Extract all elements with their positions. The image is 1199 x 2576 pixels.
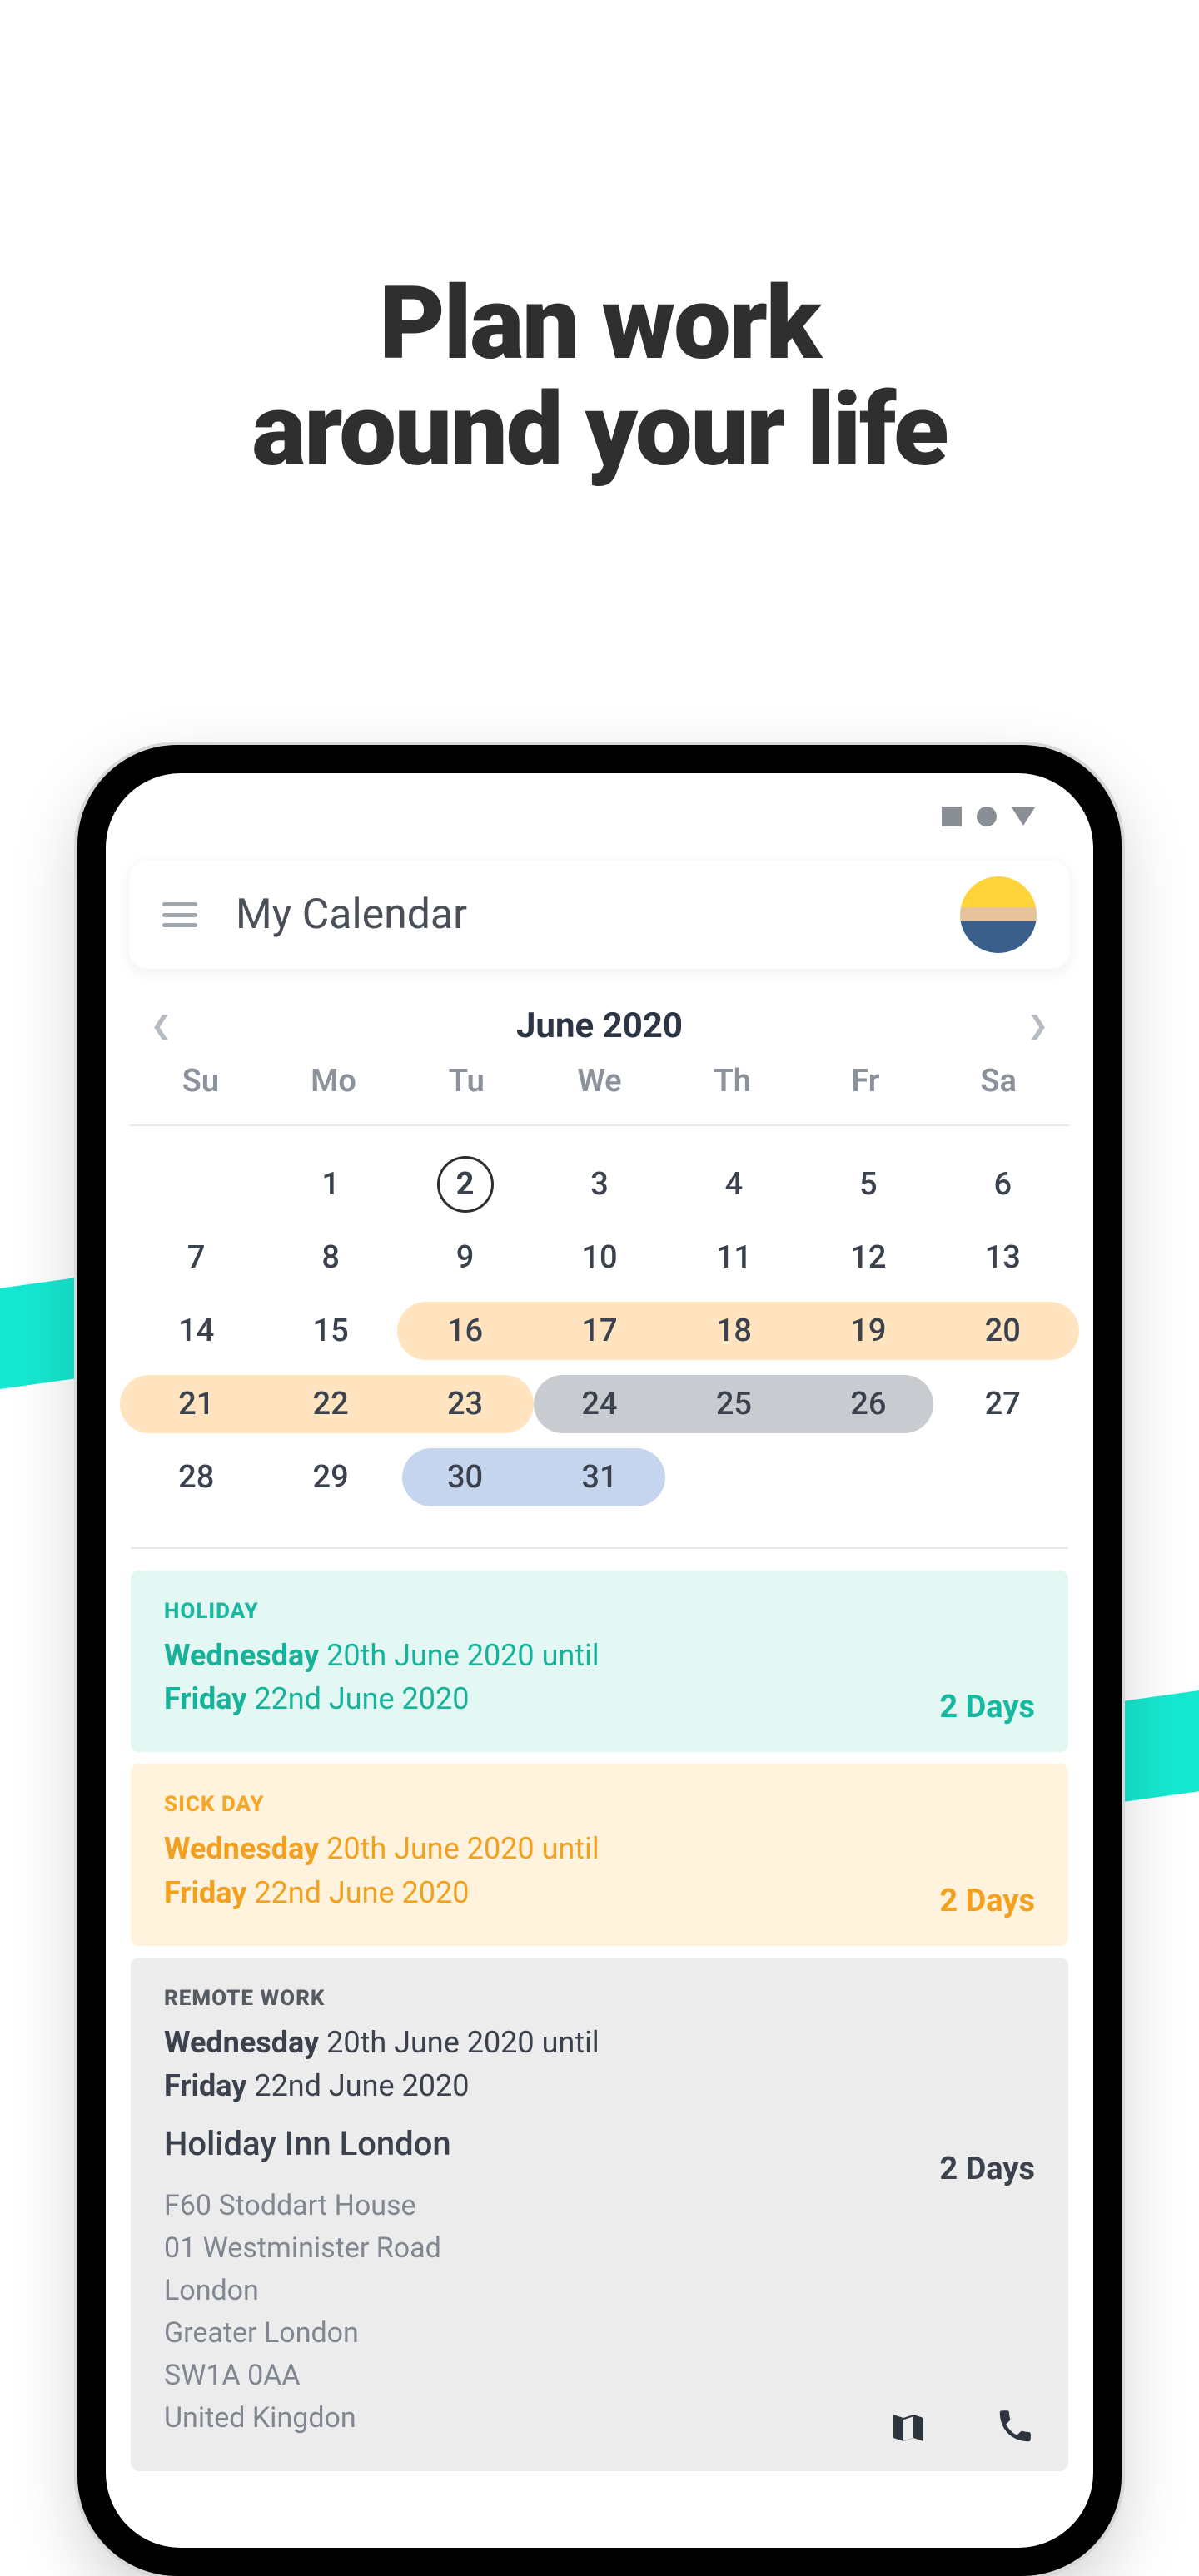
day-cell[interactable]: 14	[129, 1313, 263, 1349]
status-bar	[942, 807, 1035, 826]
day-cell[interactable]: 15	[263, 1313, 397, 1349]
address-line: London	[164, 2270, 1035, 2312]
phone-icon[interactable]	[995, 2406, 1035, 2449]
headline-line: around your life	[0, 377, 1199, 484]
month-navigator: ❮ June 2020 ❯	[129, 969, 1070, 1063]
status-triangle-icon	[1012, 807, 1035, 826]
status-square-icon	[942, 807, 962, 826]
day-cell[interactable]: 3	[532, 1166, 666, 1203]
day-cell[interactable]: 31	[532, 1459, 666, 1496]
month-label: June 2020	[516, 1005, 683, 1046]
phone-frame: My Calendar ❮ June 2020 ❯ Su Mo Tu We Th…	[77, 745, 1122, 2576]
range-text: 20th June 2020 until	[319, 1638, 599, 1673]
range-text: 22nd June 2020	[246, 1681, 469, 1716]
day-cell[interactable]: 29	[263, 1459, 397, 1496]
map-icon[interactable]	[888, 2406, 928, 2449]
day-cell[interactable]: 4	[667, 1166, 801, 1203]
day-cell[interactable]: 12	[801, 1239, 935, 1276]
duration-badge: 2 Days	[939, 2151, 1035, 2187]
avatar[interactable]	[960, 876, 1037, 953]
range-text: 20th June 2020 until	[319, 1831, 599, 1866]
day-cell[interactable]: 9	[398, 1239, 532, 1276]
location-name: Holiday Inn London	[164, 2124, 1035, 2163]
event-range: Wednesday 20th June 2020 until Friday 22…	[164, 2021, 1035, 2107]
day-cell[interactable]: 11	[667, 1239, 801, 1276]
day-cell[interactable]: 13	[936, 1239, 1070, 1276]
day-cell[interactable]: 27	[936, 1386, 1070, 1422]
day-cell[interactable]: 30	[398, 1459, 532, 1496]
day-cell[interactable]: 1	[263, 1166, 397, 1203]
divider	[131, 1547, 1068, 1549]
duration-badge: 2 Days	[939, 1689, 1035, 1725]
day-cell[interactable]: 20	[936, 1313, 1070, 1349]
location-address: F60 Stoddart House 01 Westminister Road …	[164, 2185, 1035, 2440]
hamburger-icon[interactable]	[162, 902, 197, 927]
range-day: Friday	[164, 1875, 246, 1910]
day-cell[interactable]: 22	[263, 1386, 397, 1422]
day-cell[interactable]: 28	[129, 1459, 263, 1496]
event-list: HOLIDAY Wednesday 20th June 2020 until F…	[129, 1547, 1070, 2471]
day-cell[interactable]: 7	[129, 1239, 263, 1276]
chevron-left-icon[interactable]: ❮	[151, 1011, 172, 1040]
event-card-remote[interactable]: REMOTE WORK Wednesday 20th June 2020 unt…	[131, 1958, 1068, 2471]
day-cell[interactable]: 18	[667, 1313, 801, 1349]
calendar-week: 7 8 9 10 11 12 13	[129, 1221, 1070, 1294]
event-actions	[888, 2406, 1035, 2449]
address-line: Greater London	[164, 2312, 1035, 2355]
range-text: 20th June 2020 until	[319, 2025, 599, 2060]
page-title: My Calendar	[236, 891, 922, 939]
weekday: Tu	[400, 1063, 533, 1099]
marketing-headline: Plan work around your life	[0, 271, 1199, 484]
range-day: Friday	[164, 1681, 246, 1716]
address-line: 01 Westminister Road	[164, 2227, 1035, 2270]
event-tag: SICK DAY	[164, 1792, 1035, 1817]
calendar-week: 14 15 16 17 18 19 20	[129, 1294, 1070, 1367]
day-cell[interactable]: 23	[398, 1386, 532, 1422]
event-card-sick[interactable]: SICK DAY Wednesday 20th June 2020 until …	[131, 1764, 1068, 1945]
calendar-week: 1 2 3 4 5 6	[129, 1148, 1070, 1221]
event-tag: HOLIDAY	[164, 1599, 1035, 1624]
top-app-bar: My Calendar	[129, 861, 1070, 969]
range-day: Wednesday	[164, 1638, 319, 1673]
day-cell-selected[interactable]: 2	[437, 1156, 494, 1213]
day-cell[interactable]: 21	[129, 1386, 263, 1422]
range-day: Wednesday	[164, 1831, 319, 1866]
event-range: Wednesday 20th June 2020 until Friday 22…	[164, 1634, 1035, 1720]
event-range: Wednesday 20th June 2020 until Friday 22…	[164, 1827, 1035, 1913]
day-cell[interactable]: 25	[667, 1386, 801, 1422]
day-cell[interactable]: 8	[263, 1239, 397, 1276]
weekday: Mo	[267, 1063, 400, 1099]
weekday: Su	[134, 1063, 267, 1099]
weekday: Sa	[932, 1063, 1065, 1099]
address-line: SW1A 0AA	[164, 2355, 1035, 2397]
range-day: Friday	[164, 2068, 246, 2103]
status-circle-icon	[977, 807, 997, 826]
range-day: Wednesday	[164, 2025, 319, 2060]
day-cell[interactable]: 26	[801, 1386, 935, 1422]
headline-line: Plan work	[0, 271, 1199, 377]
day-cell[interactable]: 16	[398, 1313, 532, 1349]
event-tag: REMOTE WORK	[164, 1986, 1035, 2011]
range-text: 22nd June 2020	[246, 2068, 469, 2103]
weekday: Fr	[799, 1063, 933, 1099]
day-cell[interactable]: 19	[801, 1313, 935, 1349]
duration-badge: 2 Days	[939, 1883, 1035, 1919]
weekday: We	[533, 1063, 666, 1099]
day-cell[interactable]: 24	[532, 1386, 666, 1422]
calendar-week: 28 29 30 31	[129, 1441, 1070, 1514]
event-card-holiday[interactable]: HOLIDAY Wednesday 20th June 2020 until F…	[131, 1571, 1068, 1752]
weekday-header: Su Mo Tu We Th Fr Sa	[129, 1063, 1070, 1126]
day-cell[interactable]: 6	[936, 1166, 1070, 1203]
range-text: 22nd June 2020	[246, 1875, 469, 1910]
day-cell[interactable]: 17	[532, 1313, 666, 1349]
chevron-right-icon[interactable]: ❯	[1027, 1011, 1048, 1040]
phone-screen: My Calendar ❮ June 2020 ❯ Su Mo Tu We Th…	[106, 773, 1093, 2548]
address-line: F60 Stoddart House	[164, 2185, 1035, 2227]
day-cell[interactable]: 5	[801, 1166, 935, 1203]
weekday: Th	[666, 1063, 799, 1099]
calendar-week: 21 22 23 24 25 26 27	[129, 1367, 1070, 1441]
calendar-grid: 1 2 3 4 5 6 7 8 9 10 11 12 13	[129, 1126, 1070, 1514]
day-cell[interactable]: 10	[532, 1239, 666, 1276]
